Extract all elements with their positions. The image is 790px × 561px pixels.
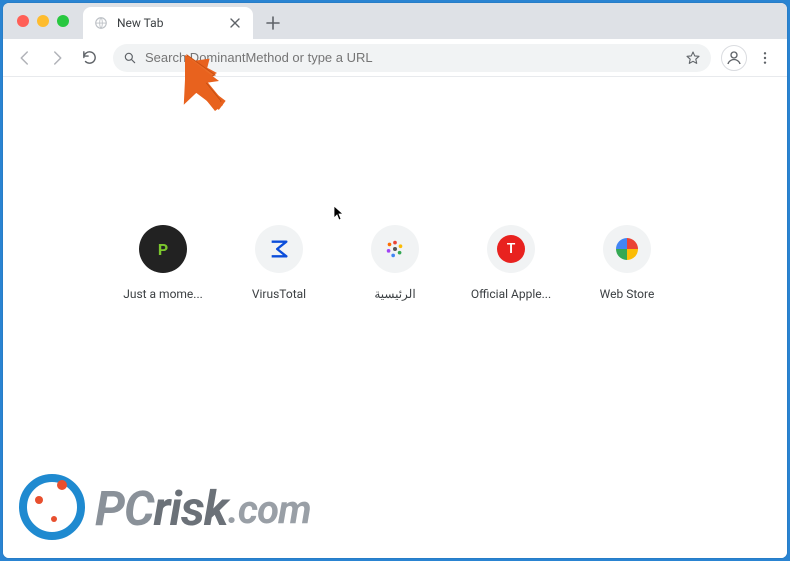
shortcut-arabic-home[interactable]: الرئيسية	[357, 225, 433, 301]
shortcut-official-apple[interactable]: T Official Apple...	[473, 225, 549, 301]
new-tab-button[interactable]	[259, 9, 287, 37]
back-button[interactable]	[11, 44, 39, 72]
shortcut-label: Web Store	[600, 287, 655, 301]
address-bar[interactable]	[113, 44, 711, 72]
toolbar	[3, 39, 787, 77]
window-controls	[11, 3, 75, 39]
new-tab-page: P Just a mome... VirusTotal	[3, 77, 787, 558]
shortcut-icon: P	[139, 225, 187, 273]
reload-button[interactable]	[75, 44, 103, 72]
shortcut-label: الرئيسية	[374, 287, 415, 301]
address-input[interactable]	[145, 50, 685, 65]
tab-favicon	[93, 15, 109, 31]
shortcut-icon	[603, 225, 651, 273]
profile-button[interactable]	[721, 45, 747, 71]
shortcut-label: Official Apple...	[471, 287, 551, 301]
browser-tab[interactable]: New Tab	[83, 7, 253, 39]
shortcut-web-store[interactable]: Web Store	[589, 225, 665, 301]
menu-button[interactable]	[751, 44, 779, 72]
shortcut-icon	[371, 225, 419, 273]
browser-window: New Tab	[3, 3, 787, 558]
shortcut-label: Just a mome...	[123, 287, 203, 301]
maximize-window-button[interactable]	[57, 15, 69, 27]
shortcut-just-a-moment[interactable]: P Just a mome...	[125, 225, 201, 301]
shortcut-icon	[255, 225, 303, 273]
close-tab-button[interactable]	[227, 15, 243, 31]
shortcut-virustotal[interactable]: VirusTotal	[241, 225, 317, 301]
minimize-window-button[interactable]	[37, 15, 49, 27]
bookmark-icon[interactable]	[685, 50, 701, 66]
search-icon	[123, 51, 137, 65]
tab-title: New Tab	[117, 16, 163, 30]
shortcut-label: VirusTotal	[252, 287, 306, 301]
forward-button[interactable]	[43, 44, 71, 72]
shortcut-icon: T	[487, 225, 535, 273]
close-window-button[interactable]	[17, 15, 29, 27]
mouse-cursor-icon	[333, 205, 345, 221]
tab-strip: New Tab	[3, 3, 787, 39]
shortcuts-row: P Just a mome... VirusTotal	[125, 225, 665, 301]
